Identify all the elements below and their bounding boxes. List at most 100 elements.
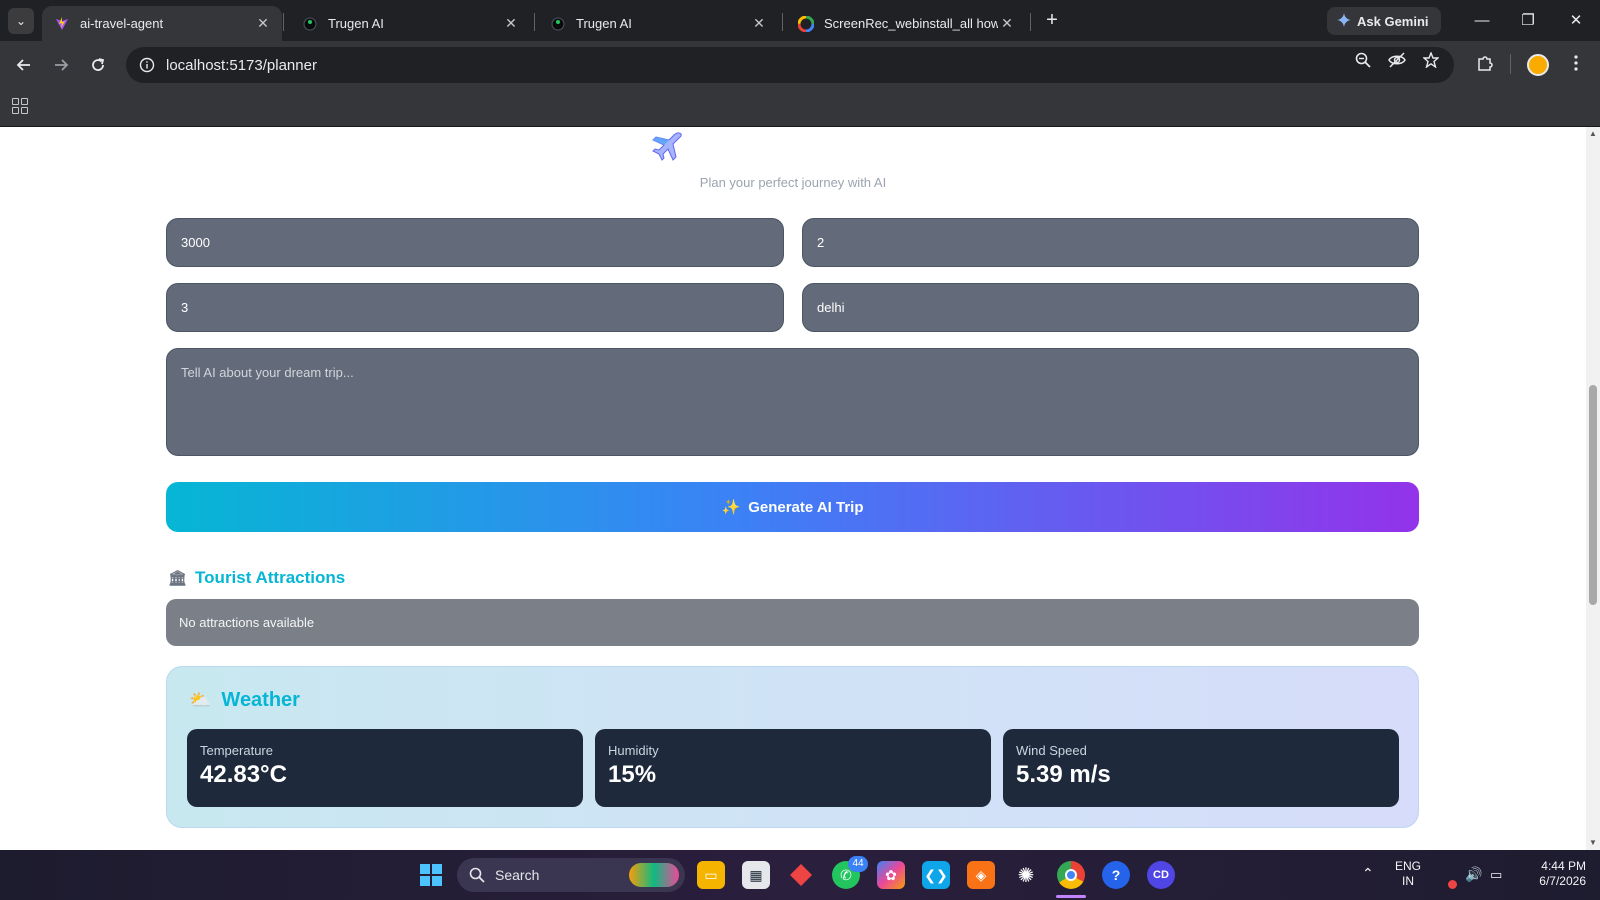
tab-ai-travel-agent[interactable]: ai-travel-agent ✕ <box>42 6 282 41</box>
stat-label: Humidity <box>608 743 659 758</box>
profile-avatar[interactable] <box>1527 54 1549 76</box>
url-text[interactable]: localhost:5173/planner <box>166 57 317 74</box>
cd-app-icon[interactable]: CD <box>1147 861 1175 889</box>
help-icon[interactable]: ? <box>1102 861 1130 889</box>
tab-divider <box>283 13 284 31</box>
bookmark-star-icon[interactable] <box>1421 50 1441 70</box>
attractions-heading: 🏛 Tourist Attractions <box>168 568 345 588</box>
zoom-icon[interactable] <box>1353 50 1373 70</box>
generate-button-label: Generate AI Trip <box>748 498 864 516</box>
stat-value: 42.83°C <box>200 761 287 788</box>
ask-gemini-button[interactable]: Ask Gemini <box>1327 7 1441 35</box>
temperature-stat: Temperature 42.83°C <box>187 729 583 807</box>
trugen-logo-icon <box>302 16 318 32</box>
extensions-puzzle-icon[interactable] <box>1474 52 1496 74</box>
chrome-icon[interactable] <box>1057 861 1085 889</box>
toolbar-divider <box>1510 54 1511 74</box>
tab-close-icon[interactable]: ✕ <box>998 15 1016 32</box>
taskbar-search-label: Search <box>495 867 540 883</box>
apps-grid-icon[interactable] <box>12 98 28 114</box>
tab-title: ai-travel-agent <box>80 16 164 31</box>
vscode-icon[interactable]: ❮❯ <box>922 861 950 889</box>
tab-divider <box>782 13 783 31</box>
clock-date: 6/7/2026 <box>1539 874 1586 888</box>
scroll-up-arrow-icon[interactable]: ▲ <box>1588 129 1598 138</box>
new-tab-plus-icon[interactable]: + <box>1040 9 1064 31</box>
weather-heading: ⛅ Weather <box>189 689 300 712</box>
browser-toolbar: localhost:5173/planner <box>0 41 1600 89</box>
generate-ai-trip-button[interactable]: ✨ Generate AI Trip <box>166 482 1419 532</box>
trugen-logo-icon <box>550 16 566 32</box>
stat-label: Temperature <box>200 743 273 758</box>
volume-icon[interactable]: 🔊 <box>1465 867 1482 882</box>
forward-arrow-icon[interactable] <box>48 52 74 78</box>
battery-icon[interactable]: ▭ <box>1490 867 1502 882</box>
app-diamond-icon[interactable] <box>787 861 815 889</box>
restore-window-icon[interactable]: ❐ <box>1508 8 1548 34</box>
language-code: ENG <box>1395 859 1422 873</box>
tab-title: Trugen AI <box>576 16 632 31</box>
stat-value: 5.39 m/s <box>1016 761 1111 788</box>
travelers-input[interactable]: 2 <box>802 218 1419 267</box>
brave-browser-icon[interactable]: ◈ <box>967 861 995 889</box>
taskbar-search-box[interactable]: Search <box>457 858 685 892</box>
ask-gemini-label: Ask Gemini <box>1357 13 1429 29</box>
dream-trip-textarea[interactable]: Tell AI about your dream trip... <box>166 348 1419 456</box>
copilot-icon[interactable]: ✿ <box>877 861 905 889</box>
scrollbar-thumb[interactable] <box>1589 385 1597 605</box>
tab-divider <box>1030 13 1031 31</box>
minimize-window-icon[interactable]: — <box>1462 8 1502 34</box>
region-code: IN <box>1402 874 1414 888</box>
page-viewport: Plan your perfect journey with AI 3000 2… <box>0 127 1586 850</box>
attractions-title: Tourist Attractions <box>195 568 346 587</box>
tab-close-icon[interactable]: ✕ <box>254 15 272 32</box>
destination-input[interactable]: delhi <box>802 283 1419 332</box>
windows-start-icon[interactable] <box>417 861 445 889</box>
tab-title: ScreenRec_webinstall_all how to <box>824 16 998 31</box>
clock[interactable]: 4:44 PM 6/7/2026 <box>1524 859 1586 889</box>
weather-card: ⛅ Weather Temperature 42.83°C Humidity 1… <box>166 666 1419 828</box>
search-icon <box>469 867 485 883</box>
sun-cloud-icon: ⛅ <box>189 690 212 710</box>
page-tagline: Plan your perfect journey with AI <box>699 175 887 190</box>
wind-speed-stat: Wind Speed 5.39 m/s <box>1003 729 1399 807</box>
airplane-icon <box>652 132 682 161</box>
chrome-active-indicator <box>1056 895 1086 898</box>
scroll-down-arrow-icon[interactable]: ▼ <box>1588 838 1598 847</box>
kebab-menu-icon[interactable] <box>1565 52 1587 74</box>
museum-icon: 🏛 <box>168 570 188 587</box>
google-logo-icon <box>798 15 814 32</box>
tab-search-chevron-icon[interactable]: ⌄ <box>8 8 34 34</box>
tray-chevron-up-icon[interactable]: ⌃ <box>1362 866 1374 881</box>
windows-taskbar: Search ▭ ▦ ✆ 44 ✿ ❮❯ ◈ ✺ ? CD ⌃ ENG IN 🔊… <box>0 850 1600 900</box>
attractions-empty-state: No attractions available <box>166 599 1419 646</box>
tab-close-icon[interactable]: ✕ <box>502 15 520 32</box>
stat-value: 15% <box>608 761 657 788</box>
tab-trugen-ai-2[interactable]: Trugen AI ✕ <box>538 6 778 41</box>
eye-slash-icon[interactable] <box>1387 50 1407 70</box>
back-arrow-icon[interactable] <box>11 52 37 78</box>
whatsapp-badge: 44 <box>848 856 868 872</box>
stat-label: Wind Speed <box>1016 743 1087 758</box>
address-bar[interactable]: localhost:5173/planner <box>126 47 1454 83</box>
days-input[interactable]: 3 <box>166 283 784 332</box>
recording-dot-icon <box>1448 880 1457 889</box>
weather-title: Weather <box>221 689 300 711</box>
vite-logo-icon <box>54 16 70 32</box>
microsoft-store-icon[interactable]: ▦ <box>742 861 770 889</box>
tab-screenrec[interactable]: ScreenRec_webinstall_all how to ✕ <box>786 6 1026 41</box>
search-highlight-image <box>629 863 679 887</box>
language-indicator[interactable]: ENG IN <box>1395 859 1421 889</box>
tab-close-icon[interactable]: ✕ <box>750 15 768 32</box>
site-info-icon[interactable] <box>136 54 158 76</box>
reload-icon[interactable] <box>85 52 111 78</box>
tab-title: Trugen AI <box>328 16 384 31</box>
tab-trugen-ai-1[interactable]: Trugen AI ✕ <box>290 6 530 41</box>
chatgpt-icon[interactable]: ✺ <box>1012 861 1040 889</box>
close-window-icon[interactable]: ✕ <box>1556 8 1596 34</box>
budget-input[interactable]: 3000 <box>166 218 784 267</box>
bookmarks-bar <box>0 89 1600 127</box>
humidity-stat: Humidity 15% <box>595 729 991 807</box>
page-scrollbar[interactable]: ▲ ▼ <box>1586 127 1600 850</box>
file-explorer-icon[interactable]: ▭ <box>697 861 725 889</box>
